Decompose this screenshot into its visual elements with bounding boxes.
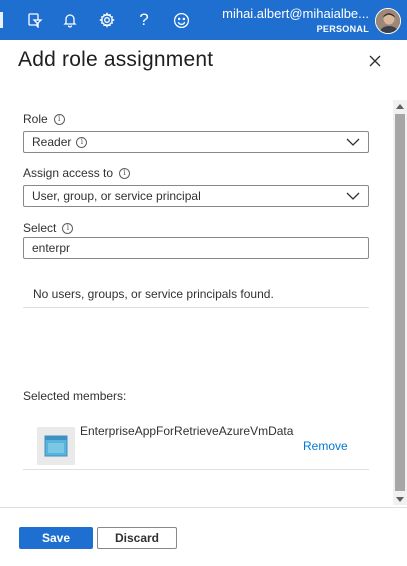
account-email: mihai.albert@mihaialbe...	[222, 6, 369, 21]
chevron-down-icon	[346, 138, 360, 146]
assign-access-label: Assign access to	[23, 166, 114, 180]
role-label: Role	[23, 112, 48, 126]
info-icon[interactable]: i	[53, 113, 65, 125]
scroll-thumb[interactable]	[395, 114, 405, 491]
cloud-shell-edge[interactable]	[0, 12, 3, 28]
notifications-bell-icon[interactable]	[59, 9, 81, 31]
settings-gear-icon[interactable]	[96, 9, 118, 31]
discard-button[interactable]: Discard	[97, 527, 177, 549]
no-results-message: No users, groups, or service principals …	[33, 287, 274, 301]
save-button[interactable]: Save	[19, 527, 93, 549]
app-registration-icon	[37, 427, 75, 465]
assign-access-dropdown[interactable]: User, group, or service principal	[23, 185, 369, 207]
selected-member-name: EnterpriseAppForRetrieveAzureVmData	[80, 424, 294, 438]
help-glyph: ?	[139, 10, 149, 29]
results-divider	[23, 307, 369, 308]
user-avatar[interactable]	[375, 8, 401, 34]
assign-access-label-row: Assign access to i	[23, 166, 131, 180]
form-scrollbar[interactable]	[393, 100, 407, 505]
role-info-icon[interactable]: i	[76, 136, 88, 148]
role-assignment-form: Role i Reader i Assign access to i User,…	[0, 100, 393, 505]
info-icon[interactable]: i	[62, 222, 74, 234]
select-label-row: Select i	[23, 221, 74, 235]
chevron-down-icon	[346, 192, 360, 200]
account-directory: PERSONAL	[316, 24, 369, 34]
role-dropdown[interactable]: Reader i	[23, 131, 369, 153]
scroll-up-arrow-icon[interactable]	[393, 100, 407, 112]
select-search-input[interactable]	[23, 237, 369, 259]
select-label: Select	[23, 221, 57, 235]
close-icon[interactable]	[367, 53, 383, 69]
directory-filter-icon[interactable]	[24, 9, 46, 31]
account-info[interactable]: mihai.albert@mihaialbe... PERSONAL	[222, 6, 369, 35]
role-value: Reader	[32, 135, 72, 149]
role-label-row: Role i	[23, 112, 65, 126]
help-icon[interactable]: ?	[133, 9, 155, 31]
scroll-down-arrow-icon[interactable]	[393, 493, 407, 505]
panel-title: Add role assignment	[18, 48, 214, 71]
feedback-smiley-icon[interactable]	[170, 9, 192, 31]
portal-top-bar: ? mihai.albert@mihaialbe... PERSONAL	[0, 0, 407, 40]
footer-divider	[0, 507, 407, 508]
remove-member-link[interactable]: Remove	[303, 439, 348, 453]
selected-members-label: Selected members:	[23, 389, 127, 403]
info-icon[interactable]: i	[119, 167, 131, 179]
assign-access-value: User, group, or service principal	[32, 189, 201, 203]
members-divider	[23, 469, 369, 470]
